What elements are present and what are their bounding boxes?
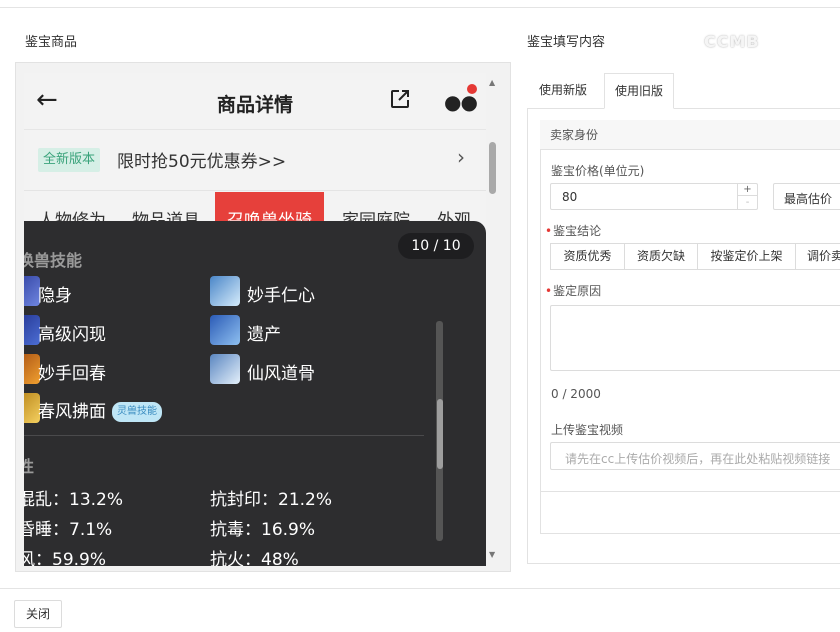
skill-heal-icon [210,276,240,306]
skill-name: 高级闪现 [38,325,106,345]
overlay-scroll-thumb[interactable] [437,399,443,469]
conclusion-label: •鉴宝结论 [545,224,602,238]
skills-heading: 唤兽技能 [24,251,83,270]
promo-text: 限时抢50元优惠券>> [117,152,287,172]
spirit-skill-badge: 灵兽技能 [112,402,162,422]
skill-spring-breeze: 春风拂面 灵兽技能 [38,397,162,422]
video-link-input[interactable]: 请先在cc上传估价视频后，再在此处粘贴视频链接 [550,442,840,470]
resist-value: 昏睡：7.1% [24,520,113,540]
skill-name: 仙风道骨 [247,364,315,384]
char-counter: 0 / 2000 [551,387,601,401]
decrement-button[interactable]: - [738,196,757,209]
form-separator [540,491,840,492]
promo-banner[interactable]: 全新版本 限时抢50元优惠券>> › [24,131,486,191]
resist-value: 混乱：13.2% [24,490,124,510]
phone-header: ← 商品详情 ●● [24,73,486,130]
tab-old-version[interactable]: 使用旧版 [604,73,675,109]
new-version-badge: 全新版本 [38,148,101,172]
max-estimate-button[interactable]: 最高估价 [773,183,840,210]
chevron-right-icon: › [457,145,465,169]
increment-button[interactable]: + [738,183,757,196]
reason-textarea[interactable] [550,305,840,371]
conclusion-option-list-at-price[interactable]: 按鉴定价上架 [697,243,796,270]
skill-legacy-icon [210,315,240,345]
conclusion-option-lacking[interactable]: 资质欠缺 [624,243,698,270]
skill-name: 妙手回春 [38,364,106,384]
overlay-divider [24,435,424,436]
skill-immortal-icon [210,354,240,384]
price-input[interactable]: 80 [550,183,758,210]
page-counter: 10 / 10 [398,233,474,259]
watermark-logo: CCMB [704,32,760,51]
conclusion-option-adjust-price[interactable]: 调价卖 [795,243,840,270]
left-section-title: 鉴宝商品 [25,35,78,50]
resist-value: 抗毒：16.9% [210,520,316,540]
required-mark: • [545,284,553,298]
right-section-title: 鉴宝填写内容 [527,35,606,50]
preview-scrollbar[interactable]: ▲ ▼ [487,74,499,568]
notification-dot [467,84,477,94]
form-tabs: 使用新版 使用旧版 [527,73,840,109]
skill-name: 遗产 [247,325,281,345]
more-dots-icon[interactable]: ●● [444,92,478,112]
scroll-up-arrow-icon[interactable]: ▲ [489,78,495,87]
skill-name: 隐身 [38,286,72,306]
conclusion-option-excellent[interactable]: 资质优秀 [550,243,625,270]
skill-name: 妙手仁心 [247,286,315,306]
scroll-down-arrow-icon[interactable]: ▼ [489,550,495,559]
resist-value: 风：59.9% [24,550,107,566]
resist-value: 抗封印：21.2% [210,490,333,510]
price-label: 鉴宝价格(单位元) [551,164,645,178]
video-label: 上传鉴宝视频 [551,423,624,437]
phone-page-title: 商品详情 [216,94,293,116]
tab-new-version[interactable]: 使用新版 [529,73,597,109]
reason-label: •鉴定原因 [545,284,602,298]
pet-detail-overlay: 10 / 10 唤兽技能 隐身 妙手仁心 高级闪现 遗产 妙手回春 仙风道骨 春… [24,221,486,566]
share-icon[interactable] [389,88,411,110]
resist-value: 抗火：48% [210,550,299,566]
scroll-thumb[interactable] [489,142,496,194]
close-button[interactable]: 关闭 [14,600,62,628]
resist-heading: 性 [24,457,35,476]
seller-identity-heading: 卖家身份 [540,120,840,150]
top-divider [0,7,840,8]
price-stepper[interactable]: + - [737,183,757,210]
footer-divider [0,588,840,589]
required-mark: • [545,224,553,238]
phone-preview[interactable]: ← 商品详情 ●● 全新版本 限时抢50元优惠券>> › 人物修为 物品道具 召… [24,73,486,566]
